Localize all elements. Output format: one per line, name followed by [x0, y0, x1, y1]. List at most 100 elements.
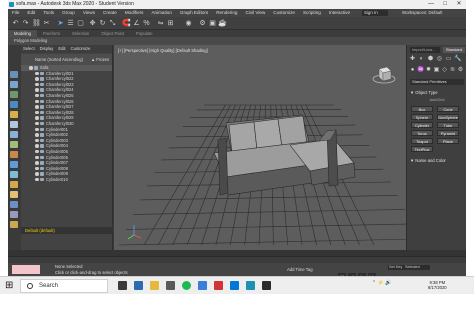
lights-icon[interactable]: ✹ — [425, 67, 432, 74]
display-bones-icon[interactable] — [10, 181, 18, 188]
torus-button[interactable]: Torus — [411, 130, 433, 136]
eye-icon[interactable] — [35, 71, 39, 76]
tab-freeform[interactable]: Freeform — [37, 30, 66, 37]
track-bar[interactable] — [8, 256, 466, 269]
minimize-button[interactable]: — — [424, 0, 438, 9]
workspace-selector[interactable]: Workspaces: Default — [402, 10, 442, 16]
app-icon-red[interactable] — [214, 281, 223, 290]
3ds-max-icon[interactable] — [246, 281, 255, 290]
eye-icon[interactable] — [35, 121, 39, 126]
app-icon-blue[interactable] — [230, 281, 239, 290]
maxscript-listener[interactable] — [12, 265, 40, 274]
maximize-button[interactable]: □ — [438, 0, 452, 9]
tab-modeling[interactable]: Modeling — [8, 30, 37, 37]
display-groups-icon[interactable] — [10, 161, 18, 168]
eye-icon[interactable] — [35, 133, 39, 137]
angle-snap-icon[interactable]: ∠ — [132, 19, 141, 28]
eye-icon[interactable] — [29, 66, 33, 70]
eye-icon[interactable] — [35, 93, 39, 98]
geometry-icon[interactable]: ● — [409, 67, 416, 74]
mail-icon[interactable] — [198, 281, 207, 290]
move-icon[interactable]: ✥ — [88, 19, 97, 28]
menu-edit[interactable]: Edit — [23, 9, 39, 17]
redo-icon[interactable]: ↷ — [21, 19, 30, 28]
close-button[interactable]: ✕ — [452, 0, 466, 9]
perspective-viewport[interactable]: [+] [Perspective] [High Quality] [Defaul… — [114, 45, 406, 250]
render-frame-icon[interactable]: ▣ — [208, 19, 217, 28]
autogrid-checkbox[interactable]: AutoGrid — [410, 98, 464, 102]
menu-scripting[interactable]: Scripting — [299, 9, 325, 17]
plane-button[interactable]: Plane — [437, 138, 459, 144]
eye-icon[interactable] — [35, 149, 39, 154]
eye-icon[interactable] — [35, 155, 39, 159]
edge-icon[interactable] — [134, 281, 143, 290]
helpers-icon[interactable]: ◇ — [441, 67, 448, 74]
layer-selector[interactable]: Default (default) — [21, 227, 113, 234]
utilities-tab-icon[interactable]: 🔧 — [454, 56, 461, 63]
tab-customize[interactable]: Customize — [71, 46, 91, 51]
eye-icon[interactable] — [35, 110, 39, 115]
tab-display[interactable]: Display — [40, 46, 54, 51]
menu-graph-editors[interactable]: Graph Editors — [176, 9, 212, 17]
percent-snap-icon[interactable]: % — [142, 19, 151, 28]
geosphere-button[interactable]: GeoSphere — [437, 114, 459, 120]
display-none-icon[interactable] — [10, 81, 18, 88]
display-tab-icon[interactable]: ▭ — [445, 56, 452, 63]
menu-civil-view[interactable]: Civil View — [241, 9, 269, 17]
sphere-button[interactable]: Sphere — [411, 114, 433, 120]
display-hidden-icon[interactable] — [10, 211, 18, 218]
tab-populate[interactable]: Populate — [130, 30, 159, 37]
sign-in-button[interactable]: Sign In — [362, 10, 388, 16]
menu-animation[interactable]: Animation — [147, 9, 175, 17]
eye-icon[interactable] — [35, 172, 39, 176]
app-icon-dark[interactable] — [262, 281, 271, 290]
systems-icon[interactable]: ⚙ — [457, 67, 464, 74]
eye-icon[interactable] — [35, 105, 39, 109]
modify-tab-icon[interactable]: ◐ — [418, 56, 425, 63]
eye-icon[interactable] — [35, 116, 39, 120]
command-search[interactable]: Import/Loca... — [410, 47, 440, 53]
eye-icon[interactable] — [35, 88, 39, 92]
primitive-type-dropdown[interactable]: Standard Primitives — [410, 79, 464, 85]
store-icon[interactable] — [166, 281, 175, 290]
task-view-icon[interactable] — [118, 281, 127, 290]
menu-rendering[interactable]: Rendering — [212, 9, 241, 17]
tube-button[interactable]: Tube — [437, 122, 459, 128]
hierarchy-tab-icon[interactable]: ⬢ — [427, 56, 434, 63]
name-column-header[interactable]: Name (Sorted Ascending) — [35, 57, 83, 62]
snap-icon[interactable]: 🧲 — [122, 19, 131, 28]
system-tray-icons[interactable]: ⌃ ⚡ 🔊 — [372, 280, 391, 286]
display-cameras-icon[interactable] — [10, 131, 18, 138]
menu-tools[interactable]: Tools — [39, 9, 58, 17]
material-editor-icon[interactable]: ◉ — [184, 19, 193, 28]
menu-interactive[interactable]: Interactive — [325, 9, 354, 17]
windows-start-icon[interactable]: ⊞ — [5, 281, 15, 291]
tab-select[interactable]: Select — [23, 46, 35, 51]
cylinder-button[interactable]: Cylinder — [411, 122, 433, 128]
align-icon[interactable]: ⊞ — [166, 19, 175, 28]
eye-icon[interactable] — [35, 144, 39, 148]
key-filter-dropdown[interactable]: Selected — [404, 265, 430, 270]
scale-icon[interactable]: ⤡ — [108, 19, 117, 28]
menu-views[interactable]: Views — [79, 9, 99, 17]
create-selection-set-icon[interactable] — [10, 71, 18, 78]
display-lights-icon[interactable] — [10, 121, 18, 128]
menu-create[interactable]: Create — [99, 9, 121, 17]
display-frozen-icon[interactable] — [10, 201, 18, 208]
menu-modifiers[interactable]: Modifiers — [121, 9, 148, 17]
eye-icon[interactable] — [35, 127, 39, 132]
motion-tab-icon[interactable]: ◎ — [436, 56, 443, 63]
menu-customize[interactable]: Customize — [269, 9, 299, 17]
cameras-icon[interactable]: ▣ — [433, 67, 440, 74]
display-spacewarps-icon[interactable] — [10, 151, 18, 158]
frozen-column-header[interactable]: ▲ Frozen — [91, 57, 109, 62]
rotate-icon[interactable]: ↻ — [98, 19, 107, 28]
create-tab-icon[interactable]: ✚ — [409, 56, 416, 63]
eye-icon[interactable] — [35, 177, 39, 182]
display-all-icon[interactable] — [10, 91, 18, 98]
file-explorer-icon[interactable] — [150, 281, 159, 290]
render-setup-icon[interactable]: ⚙ — [198, 19, 207, 28]
eye-icon[interactable] — [35, 161, 39, 165]
ribbon-panel[interactable]: Polygon Modeling — [8, 37, 466, 45]
eye-icon[interactable] — [35, 166, 39, 171]
